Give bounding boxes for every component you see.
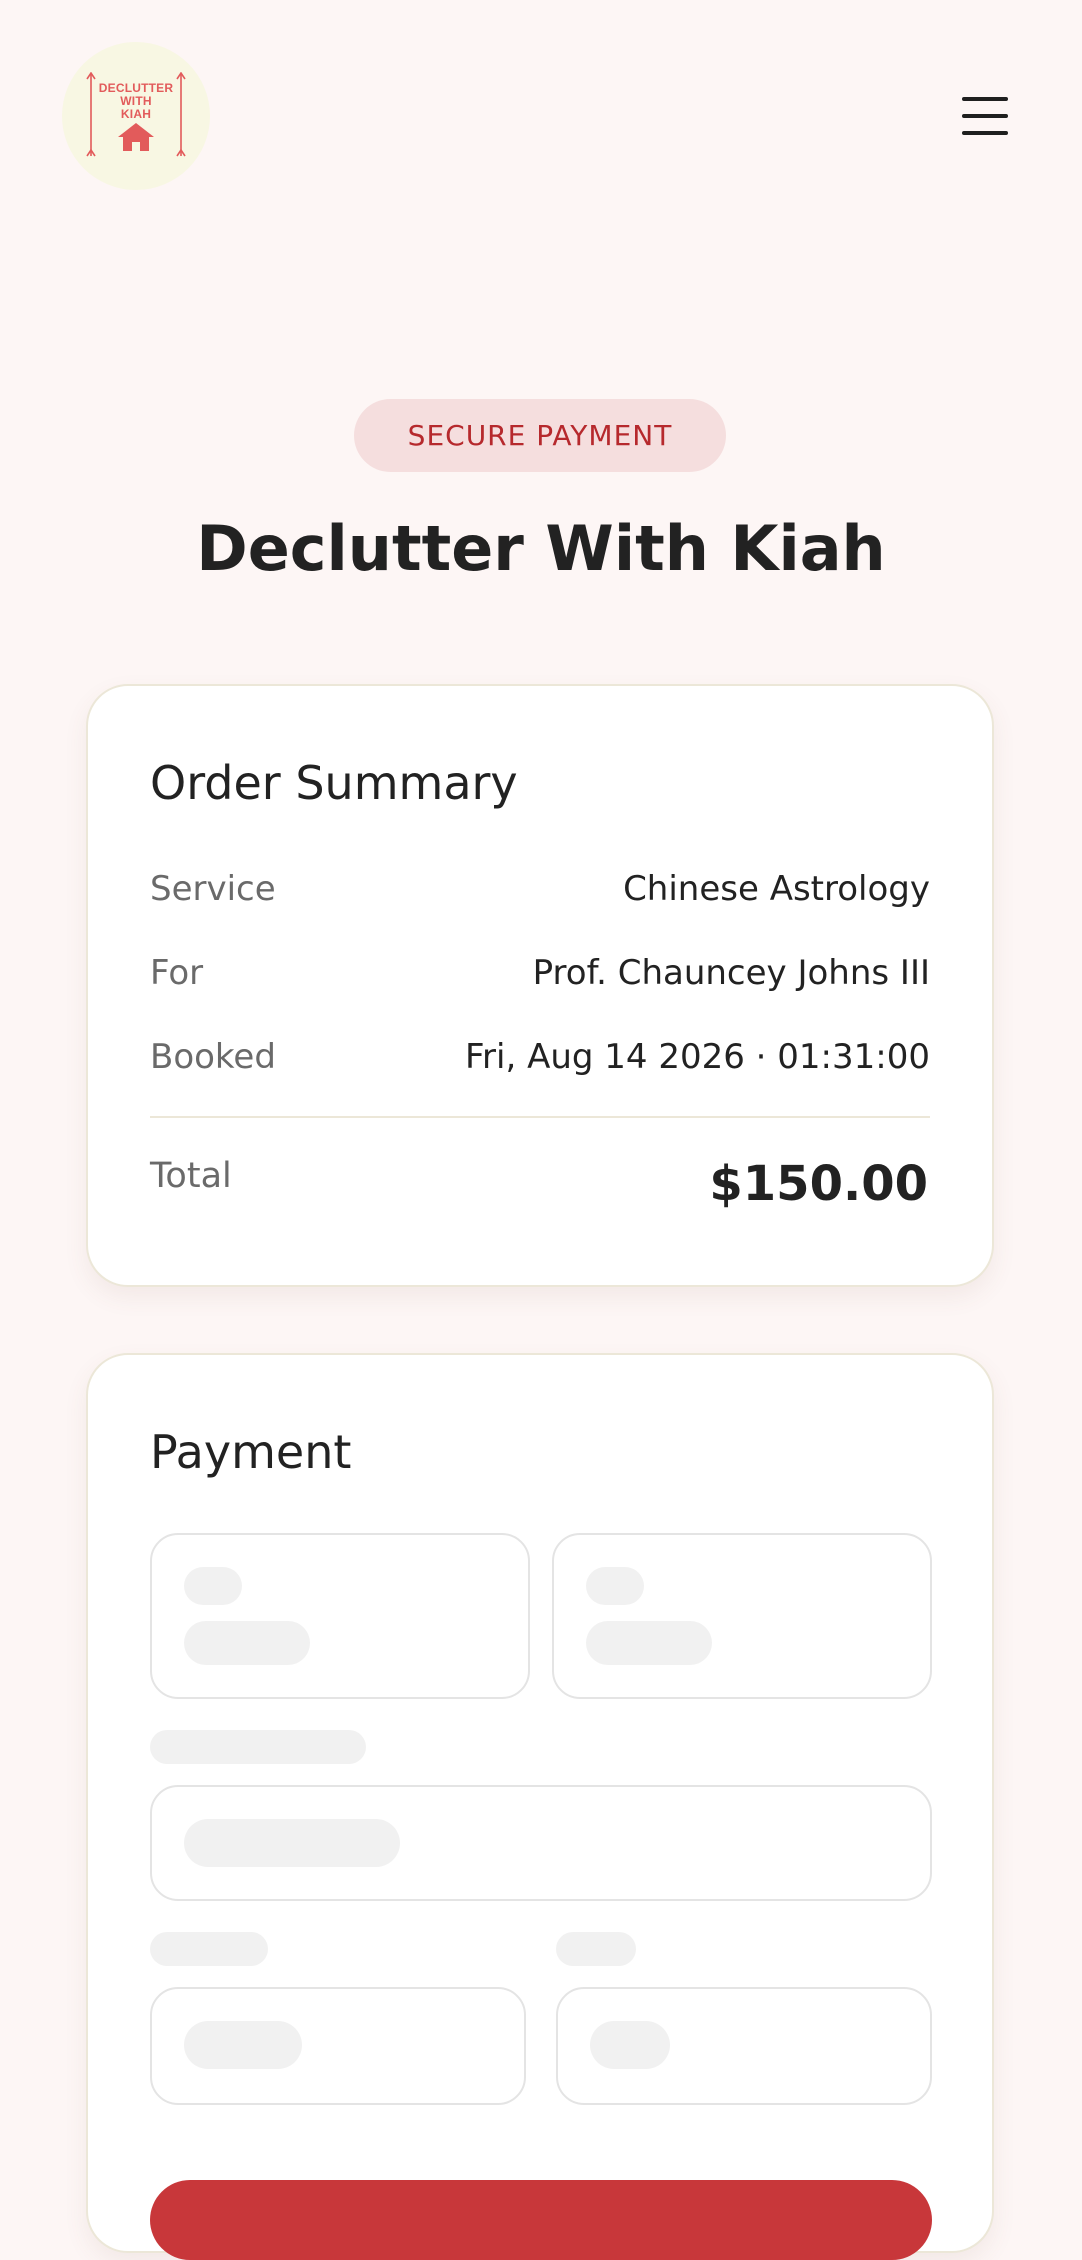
expiry-field[interactable] <box>150 1987 526 2105</box>
payment-method-option[interactable] <box>150 1533 530 1699</box>
summary-row-service: Service Chinese Astrology <box>150 869 930 913</box>
loading-placeholder <box>586 1567 644 1605</box>
order-summary-card: Order Summary Service Chinese Astrology … <box>86 684 994 1287</box>
order-summary-heading: Order Summary <box>150 756 518 810</box>
summary-value: Prof. Chauncey Johns III <box>532 953 930 993</box>
summary-row-for: For Prof. Chauncey Johns III <box>150 953 930 997</box>
card-number-field[interactable] <box>150 1785 932 1901</box>
summary-label: For <box>150 953 204 993</box>
page-title: Declutter With Kiah <box>196 512 886 585</box>
site-header: DECLUTTER WITH KIAH <box>0 0 1082 230</box>
loading-placeholder <box>184 1621 310 1665</box>
secure-payment-badge: SECURE PAYMENT <box>354 399 726 472</box>
summary-row-booked: Booked Fri, Aug 14 2026 · 01:31:00 <box>150 1037 930 1081</box>
hamburger-menu-icon[interactable] <box>956 90 1016 142</box>
field-label-placeholder <box>150 1730 366 1764</box>
total-amount: $150.00 <box>709 1156 928 1212</box>
summary-label: Booked <box>150 1037 276 1077</box>
loading-placeholder <box>184 2021 302 2069</box>
cvc-field[interactable] <box>556 1987 932 2105</box>
logo-text: DECLUTTER WITH KIAH <box>98 81 174 121</box>
payment-card: Payment <box>86 1353 994 2260</box>
payment-method-option[interactable] <box>552 1533 932 1699</box>
loading-placeholder <box>586 1621 712 1665</box>
summary-value: Chinese Astrology <box>623 869 930 909</box>
payment-heading: Payment <box>150 1425 352 1479</box>
field-label-placeholder <box>556 1932 636 1966</box>
summary-value: Fri, Aug 14 2026 · 01:31:00 <box>464 1037 930 1077</box>
loading-placeholder <box>590 2021 670 2069</box>
summary-divider <box>150 1116 930 1118</box>
total-label: Total <box>150 1156 232 1196</box>
field-label-placeholder <box>150 1932 268 1966</box>
brand-logo[interactable]: DECLUTTER WITH KIAH <box>62 42 210 190</box>
loading-placeholder <box>184 1819 400 1867</box>
summary-label: Service <box>150 869 276 909</box>
loading-placeholder <box>184 1567 242 1605</box>
pay-button[interactable] <box>150 2180 932 2260</box>
house-icon <box>118 123 154 151</box>
